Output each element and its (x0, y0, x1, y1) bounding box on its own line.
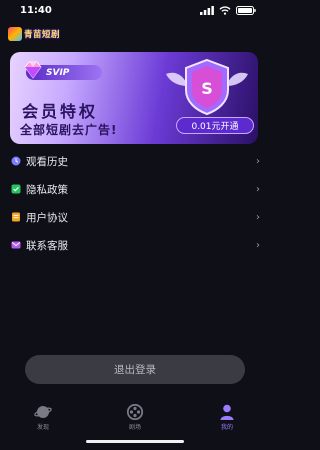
status-bar: 11:40 (0, 0, 270, 22)
vip-title: 会员特权 (22, 102, 99, 121)
vip-subtitle: 全部短剧去广告! (20, 123, 118, 137)
menu-item-privacy-policy[interactable]: 隐私政策 › (0, 175, 270, 203)
open-vip-button[interactable]: 0.01元开通 (176, 117, 254, 134)
privacy-shield-icon (11, 184, 21, 194)
home-indicator (86, 440, 184, 443)
tab-label: 我的 (220, 424, 233, 431)
logo-text: 青苗短剧 (24, 30, 61, 40)
tab-profile[interactable]: 我的 (202, 404, 252, 431)
battery-icon (236, 6, 256, 15)
agreement-doc-icon (11, 212, 21, 222)
customer-service-mail-icon (11, 240, 21, 250)
menu-item-label: 用户协议 (26, 211, 68, 224)
diamond-crown-icon (24, 61, 42, 79)
logout-button[interactable]: 退出登录 (25, 355, 245, 384)
svip-badge-text: SVIP (46, 67, 70, 78)
tab-label: 剧场 (128, 424, 141, 431)
svip-shield-icon: S (166, 58, 248, 116)
chevron-right-icon: › (256, 183, 260, 195)
vip-card[interactable]: SVIP 会员特权 全部短剧去广告! S 0.01元开通 (10, 52, 258, 144)
menu-item-label: 隐私政策 (26, 183, 68, 196)
chevron-right-icon: › (256, 239, 260, 251)
menu-item-user-agreement[interactable]: 用户协议 › (0, 203, 270, 231)
menu-item-label: 观看历史 (26, 155, 68, 168)
status-time: 11:40 (20, 5, 52, 16)
settings-menu: 观看历史 › 隐私政策 › 用户协议 › 联系客服 › (0, 147, 270, 259)
chevron-right-icon: › (256, 211, 260, 223)
bottom-tab-bar: 发现 剧场 我的 (0, 400, 270, 436)
svg-text:S: S (201, 79, 213, 98)
menu-item-customer-service[interactable]: 联系客服 › (0, 231, 270, 259)
tab-theater[interactable]: 剧场 (110, 404, 160, 431)
menu-item-label: 联系客服 (26, 239, 68, 252)
theater-reel-icon (126, 404, 144, 420)
menu-item-watch-history[interactable]: 观看历史 › (0, 147, 270, 175)
discover-planet-icon (34, 406, 52, 418)
profile-person-icon (220, 404, 234, 420)
tab-discover[interactable]: 发现 (18, 404, 68, 431)
wifi-icon (219, 6, 231, 15)
app-logo: 青苗短剧 (8, 27, 60, 41)
tab-label: 发现 (36, 424, 49, 431)
status-icons (200, 6, 256, 15)
history-icon (11, 156, 21, 166)
chevron-right-icon: › (256, 155, 260, 167)
cellular-signal-icon (200, 6, 214, 15)
logo-mark-icon (8, 27, 22, 41)
